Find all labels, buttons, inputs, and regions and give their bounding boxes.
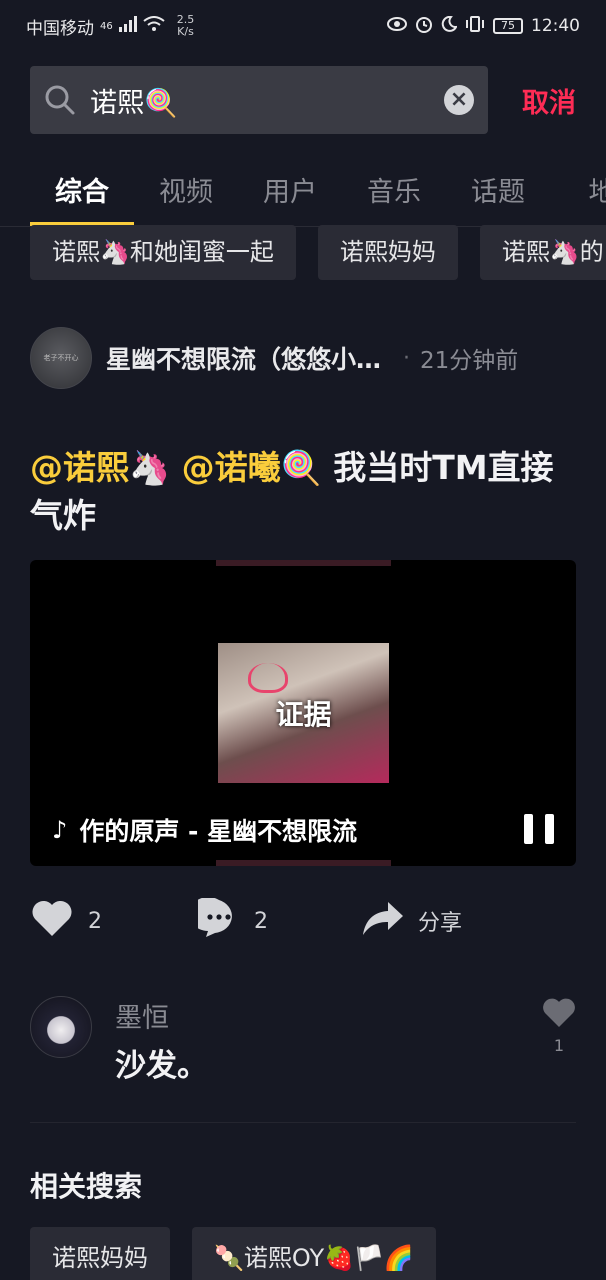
mention-link[interactable]: @诺曦🍭 [182, 448, 322, 487]
commenter-avatar[interactable] [30, 996, 92, 1058]
search-icon [44, 84, 76, 116]
tab-video[interactable]: 视频 [134, 150, 238, 226]
net-speed: 2.5 K/s [177, 14, 195, 38]
alarm-icon [415, 15, 433, 38]
avatar-text: 老子不开心 [43, 354, 79, 362]
time-label: 12:40 [531, 16, 580, 36]
search-input[interactable]: 诺熙🍭 × [30, 66, 488, 134]
related-search-chip[interactable]: 🍡诺熙OY🍓🏳️🌈 [192, 1227, 436, 1280]
tab-users[interactable]: 用户 [238, 150, 342, 226]
related-search-title: 相关搜索 [30, 1170, 143, 1203]
section-divider [30, 1122, 576, 1123]
search-row: 诺熙🍭 × 取消 [30, 66, 576, 134]
pause-icon[interactable] [524, 814, 554, 844]
comment-button[interactable]: 2 [189, 897, 362, 944]
comment-item: 墨恒 沙发。 1 [30, 996, 576, 1086]
commenter-name[interactable]: 墨恒 [115, 996, 169, 1035]
post-actions: 2 2 分享 [30, 896, 576, 946]
thumb-drawing [248, 663, 288, 693]
tab-location[interactable]: 地 [550, 150, 606, 226]
comment-text: 沙发。 [115, 1048, 208, 1084]
video-player[interactable]: 证据 ♪ 作的原声 - 星幽不想限流 [30, 560, 576, 866]
related-search-chip[interactable]: 诺熙妈妈 [30, 1227, 170, 1280]
video-top-strip [216, 560, 391, 566]
video-bottom-strip [216, 860, 391, 866]
tab-comprehensive[interactable]: 综合 [30, 150, 134, 226]
carrier-label: 中国移动 [26, 18, 94, 39]
result-tabs: 综合 视频 用户 音乐 话题 地 [30, 150, 606, 226]
music-row[interactable]: ♪ 作的原声 - 星幽不想限流 [52, 812, 369, 848]
clear-icon[interactable]: × [444, 85, 474, 115]
suggestion-chip[interactable]: 诺熙🦄的 [479, 225, 606, 280]
tab-music[interactable]: 音乐 [342, 150, 446, 226]
battery-icon: 75 [493, 18, 523, 34]
tab-topics[interactable]: 话题 [446, 150, 550, 226]
video-frame: 证据 [218, 643, 389, 783]
vibrate-icon [465, 15, 485, 37]
music-note-icon: ♪ [52, 816, 68, 844]
comment-like-count: 1 [553, 1036, 565, 1055]
wifi-icon [143, 15, 165, 37]
net-speed-unit: K/s [177, 25, 194, 38]
related-search-chips: 诺熙妈妈 🍡诺熙OY🍓🏳️🌈 [30, 1227, 606, 1280]
status-left: 中国移动 46 2.5 K/s [26, 14, 194, 39]
comment-count: 2 [254, 908, 268, 934]
like-count: 2 [88, 908, 102, 934]
post-time: 21分钟前 [420, 348, 519, 374]
author-avatar[interactable]: 老子不开心 [30, 327, 92, 389]
status-right: 75 12:40 [387, 15, 580, 38]
suggestion-chip[interactable]: 诺熙🦄和她闺蜜一起 [30, 225, 296, 280]
cancel-button[interactable]: 取消 [522, 81, 576, 120]
search-query[interactable]: 诺熙🍭 [90, 81, 444, 120]
moon-icon [441, 15, 458, 37]
signal-type: 46 [100, 20, 113, 32]
author-name[interactable]: 星幽不想限流（悠悠小… [106, 340, 381, 376]
share-button[interactable]: 分享 [362, 900, 462, 942]
share-icon [362, 900, 404, 942]
suggestion-chips: 诺熙🦄和她闺蜜一起 诺熙妈妈 诺熙🦄的 [30, 225, 606, 280]
mention-link[interactable]: @诺熙🦄 [30, 448, 170, 487]
eye-icon [387, 16, 407, 36]
signal-icon [118, 15, 137, 37]
comment-like-button[interactable]: 1 [542, 998, 576, 1055]
suggestion-chip[interactable]: 诺熙妈妈 [317, 225, 458, 280]
status-bar: 中国移动 46 2.5 K/s 75 12:40 [0, 0, 606, 52]
like-button[interactable]: 2 [30, 898, 198, 944]
heart-icon [30, 898, 74, 944]
comment-icon [189, 897, 240, 944]
share-label: 分享 [418, 911, 463, 936]
separator-dot: · [403, 345, 411, 371]
music-title: 作的原声 - 星幽不想限流 [79, 817, 358, 846]
post-header: 老子不开心 星幽不想限流（悠悠小… · 21分钟前 [30, 327, 576, 389]
post-caption: @诺熙🦄 @诺曦🍭 我当时TM直接气炸 [30, 444, 576, 540]
video-overlay-text: 证据 [275, 698, 332, 731]
heart-icon [542, 998, 576, 1032]
